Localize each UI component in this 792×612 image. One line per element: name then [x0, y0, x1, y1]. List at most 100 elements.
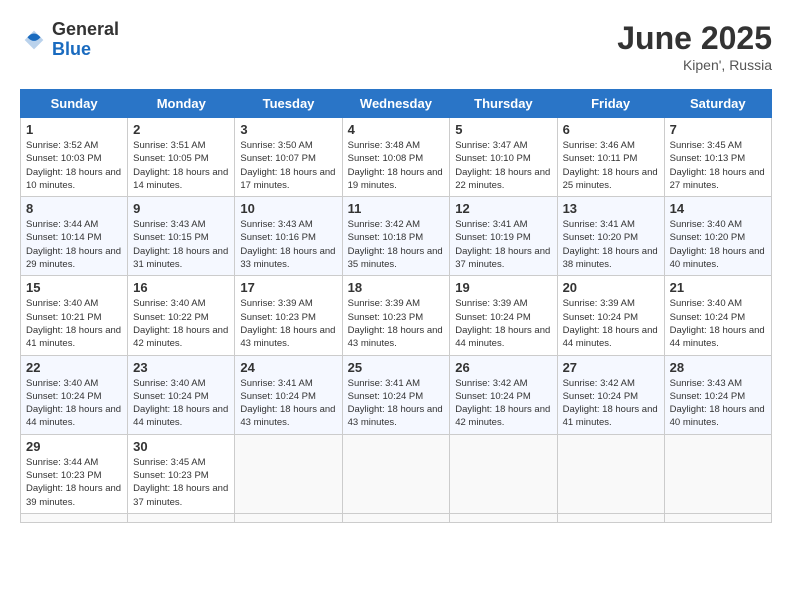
calendar-cell: 17 Sunrise: 3:39 AM Sunset: 10:23 PM Day… [235, 276, 342, 355]
day-info: Sunrise: 3:45 AM Sunset: 10:13 PM Daylig… [670, 139, 766, 192]
calendar-cell: 4 Sunrise: 3:48 AM Sunset: 10:08 PM Dayl… [342, 118, 450, 197]
calendar-cell: 20 Sunrise: 3:39 AM Sunset: 10:24 PM Day… [557, 276, 664, 355]
calendar-cell: 23 Sunrise: 3:40 AM Sunset: 10:24 PM Day… [128, 355, 235, 434]
day-info: Sunrise: 3:44 AM Sunset: 10:23 PM Daylig… [26, 456, 122, 509]
calendar-row: 8 Sunrise: 3:44 AM Sunset: 10:14 PM Dayl… [21, 197, 772, 276]
calendar-cell: 9 Sunrise: 3:43 AM Sunset: 10:15 PM Dayl… [128, 197, 235, 276]
day-info: Sunrise: 3:40 AM Sunset: 10:24 PM Daylig… [670, 297, 766, 350]
day-info: Sunrise: 3:39 AM Sunset: 10:24 PM Daylig… [455, 297, 551, 350]
calendar-cell: 25 Sunrise: 3:41 AM Sunset: 10:24 PM Day… [342, 355, 450, 434]
calendar-cell: 22 Sunrise: 3:40 AM Sunset: 10:24 PM Day… [21, 355, 128, 434]
day-number: 6 [563, 122, 659, 137]
day-number: 28 [670, 360, 766, 375]
calendar-cell: 16 Sunrise: 3:40 AM Sunset: 10:22 PM Day… [128, 276, 235, 355]
calendar-cell: 3 Sunrise: 3:50 AM Sunset: 10:07 PM Dayl… [235, 118, 342, 197]
calendar-cell [557, 434, 664, 513]
day-number: 29 [26, 439, 122, 454]
day-info: Sunrise: 3:43 AM Sunset: 10:16 PM Daylig… [240, 218, 336, 271]
day-info: Sunrise: 3:41 AM Sunset: 10:24 PM Daylig… [348, 377, 445, 430]
day-number: 30 [133, 439, 229, 454]
calendar-cell: 30 Sunrise: 3:45 AM Sunset: 10:23 PM Day… [128, 434, 235, 513]
day-number: 26 [455, 360, 551, 375]
header-wednesday: Wednesday [342, 90, 450, 118]
calendar-cell [342, 513, 450, 522]
calendar-cell: 10 Sunrise: 3:43 AM Sunset: 10:16 PM Day… [235, 197, 342, 276]
day-number: 14 [670, 201, 766, 216]
day-number: 16 [133, 280, 229, 295]
calendar-row: 1 Sunrise: 3:52 AM Sunset: 10:03 PM Dayl… [21, 118, 772, 197]
calendar-cell: 5 Sunrise: 3:47 AM Sunset: 10:10 PM Dayl… [450, 118, 557, 197]
day-info: Sunrise: 3:39 AM Sunset: 10:24 PM Daylig… [563, 297, 659, 350]
day-number: 11 [348, 201, 445, 216]
day-info: Sunrise: 3:42 AM Sunset: 10:18 PM Daylig… [348, 218, 445, 271]
day-info: Sunrise: 3:41 AM Sunset: 10:19 PM Daylig… [455, 218, 551, 271]
day-info: Sunrise: 3:40 AM Sunset: 10:22 PM Daylig… [133, 297, 229, 350]
logo-general: General [52, 20, 119, 40]
logo-text: General Blue [52, 20, 119, 60]
day-info: Sunrise: 3:50 AM Sunset: 10:07 PM Daylig… [240, 139, 336, 192]
day-number: 27 [563, 360, 659, 375]
day-info: Sunrise: 3:51 AM Sunset: 10:05 PM Daylig… [133, 139, 229, 192]
day-number: 15 [26, 280, 122, 295]
day-info: Sunrise: 3:47 AM Sunset: 10:10 PM Daylig… [455, 139, 551, 192]
day-info: Sunrise: 3:46 AM Sunset: 10:11 PM Daylig… [563, 139, 659, 192]
calendar-cell [450, 513, 557, 522]
header-tuesday: Tuesday [235, 90, 342, 118]
calendar-cell: 7 Sunrise: 3:45 AM Sunset: 10:13 PM Dayl… [664, 118, 771, 197]
day-info: Sunrise: 3:48 AM Sunset: 10:08 PM Daylig… [348, 139, 445, 192]
day-number: 5 [455, 122, 551, 137]
day-number: 24 [240, 360, 336, 375]
calendar-row: 15 Sunrise: 3:40 AM Sunset: 10:21 PM Day… [21, 276, 772, 355]
calendar-cell: 18 Sunrise: 3:39 AM Sunset: 10:23 PM Day… [342, 276, 450, 355]
day-info: Sunrise: 3:44 AM Sunset: 10:14 PM Daylig… [26, 218, 122, 271]
calendar-cell: 15 Sunrise: 3:40 AM Sunset: 10:21 PM Day… [21, 276, 128, 355]
logo-icon [20, 26, 48, 54]
day-info: Sunrise: 3:40 AM Sunset: 10:24 PM Daylig… [133, 377, 229, 430]
day-number: 22 [26, 360, 122, 375]
day-info: Sunrise: 3:45 AM Sunset: 10:23 PM Daylig… [133, 456, 229, 509]
calendar-cell: 1 Sunrise: 3:52 AM Sunset: 10:03 PM Dayl… [21, 118, 128, 197]
day-number: 4 [348, 122, 445, 137]
day-number: 23 [133, 360, 229, 375]
calendar-cell: 21 Sunrise: 3:40 AM Sunset: 10:24 PM Day… [664, 276, 771, 355]
header-thursday: Thursday [450, 90, 557, 118]
day-info: Sunrise: 3:40 AM Sunset: 10:20 PM Daylig… [670, 218, 766, 271]
day-number: 1 [26, 122, 122, 137]
day-info: Sunrise: 3:41 AM Sunset: 10:24 PM Daylig… [240, 377, 336, 430]
calendar-cell [235, 434, 342, 513]
day-number: 9 [133, 201, 229, 216]
calendar-cell: 24 Sunrise: 3:41 AM Sunset: 10:24 PM Day… [235, 355, 342, 434]
day-info: Sunrise: 3:40 AM Sunset: 10:21 PM Daylig… [26, 297, 122, 350]
calendar-cell: 12 Sunrise: 3:41 AM Sunset: 10:19 PM Day… [450, 197, 557, 276]
calendar-cell: 2 Sunrise: 3:51 AM Sunset: 10:05 PM Dayl… [128, 118, 235, 197]
day-number: 17 [240, 280, 336, 295]
day-info: Sunrise: 3:39 AM Sunset: 10:23 PM Daylig… [240, 297, 336, 350]
day-number: 8 [26, 201, 122, 216]
calendar-cell: 11 Sunrise: 3:42 AM Sunset: 10:18 PM Day… [342, 197, 450, 276]
day-info: Sunrise: 3:52 AM Sunset: 10:03 PM Daylig… [26, 139, 122, 192]
calendar-table: Sunday Monday Tuesday Wednesday Thursday… [20, 89, 772, 523]
calendar-cell: 6 Sunrise: 3:46 AM Sunset: 10:11 PM Dayl… [557, 118, 664, 197]
calendar-cell [342, 434, 450, 513]
header-sunday: Sunday [21, 90, 128, 118]
day-number: 7 [670, 122, 766, 137]
day-number: 2 [133, 122, 229, 137]
weekday-header-row: Sunday Monday Tuesday Wednesday Thursday… [21, 90, 772, 118]
calendar-row: 29 Sunrise: 3:44 AM Sunset: 10:23 PM Day… [21, 434, 772, 513]
header-saturday: Saturday [664, 90, 771, 118]
day-info: Sunrise: 3:40 AM Sunset: 10:24 PM Daylig… [26, 377, 122, 430]
calendar-cell [664, 513, 771, 522]
calendar-cell [450, 434, 557, 513]
day-info: Sunrise: 3:41 AM Sunset: 10:20 PM Daylig… [563, 218, 659, 271]
day-info: Sunrise: 3:39 AM Sunset: 10:23 PM Daylig… [348, 297, 445, 350]
day-number: 3 [240, 122, 336, 137]
calendar-cell: 28 Sunrise: 3:43 AM Sunset: 10:24 PM Day… [664, 355, 771, 434]
calendar-cell [557, 513, 664, 522]
calendar-cell: 27 Sunrise: 3:42 AM Sunset: 10:24 PM Day… [557, 355, 664, 434]
header-monday: Monday [128, 90, 235, 118]
calendar-cell: 29 Sunrise: 3:44 AM Sunset: 10:23 PM Day… [21, 434, 128, 513]
calendar-cell: 19 Sunrise: 3:39 AM Sunset: 10:24 PM Day… [450, 276, 557, 355]
day-number: 20 [563, 280, 659, 295]
calendar-cell: 26 Sunrise: 3:42 AM Sunset: 10:24 PM Day… [450, 355, 557, 434]
title-block: June 2025 Kipen', Russia [617, 20, 772, 73]
